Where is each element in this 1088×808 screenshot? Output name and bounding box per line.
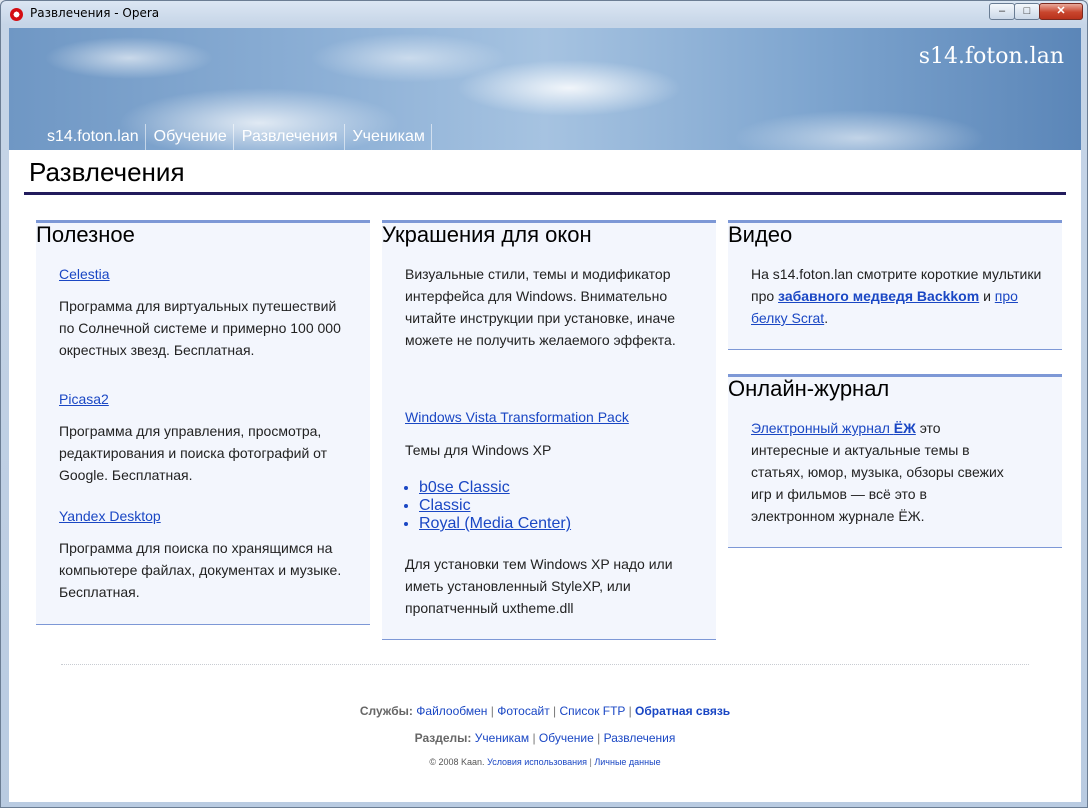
site-logo[interactable]: s14.foton.lan <box>919 44 1064 69</box>
file-exchange-link[interactable]: Файлообмен <box>416 704 487 718</box>
close-button[interactable]: ✕ <box>1039 3 1083 20</box>
footer-students-link[interactable]: Ученикам <box>475 731 529 745</box>
video-end: . <box>824 310 829 326</box>
picasa-description: Программа для управления, просмотра, ред… <box>59 423 328 483</box>
xp-themes-list: b0se Classic Classic Royal (Media Center… <box>382 479 682 533</box>
nav-item-entertainment[interactable]: Развлечения <box>232 124 344 150</box>
page-title: Развлечения <box>29 157 185 187</box>
install-note: Для установки тем Windows XP надо или им… <box>405 556 673 616</box>
services-label: Службы: <box>359 704 413 718</box>
video-and: и <box>983 288 991 304</box>
journal-link-text: Электронный журнал <box>751 420 890 436</box>
journal-heading: Онлайн-журнал <box>728 376 890 401</box>
list-item: Windows Vista Transformation Pack <box>405 406 695 428</box>
journal-link-bold: ЁЖ <box>893 420 916 436</box>
video-heading: Видео <box>728 222 793 247</box>
journal-description: Электронный журнал ЁЖ это интересные и а… <box>751 417 1011 527</box>
title-bar[interactable]: Развлечения - Opera – □ ✕ <box>1 1 1087 27</box>
journal-link[interactable]: Электронный журнал ЁЖ <box>751 420 916 436</box>
video-description: На s14.foton.lan смотрите короткие мульт… <box>751 263 1046 329</box>
journal-panel: Онлайн-журнал Электронный журнал ЁЖ это … <box>728 374 1062 548</box>
title-divider <box>24 192 1066 195</box>
list-item: Yandex Desktop <box>59 505 349 527</box>
list-item: Picasa2 <box>59 388 349 410</box>
photo-site-link[interactable]: Фотосайт <box>497 704 549 718</box>
footer-entertainment-link[interactable]: Развлечения <box>604 731 676 745</box>
video-panel: Видео На s14.foton.lan смотрите короткие… <box>728 220 1062 350</box>
royal-link[interactable]: Royal (Media Center) <box>419 515 571 532</box>
top-nav: s14.foton.lan Обучение Развлечения Учени… <box>39 124 432 150</box>
yandex-desktop-link[interactable]: Yandex Desktop <box>59 508 161 524</box>
celestia-description: Программа для виртуальных путешествий по… <box>59 298 341 358</box>
xp-themes-label: Темы для Windows XP <box>405 442 552 458</box>
feedback-link[interactable]: Обратная связь <box>635 704 730 718</box>
window-themes-panel: Украшения для окон Визуальные стили, тем… <box>382 220 716 640</box>
privacy-link[interactable]: Личные данные <box>594 757 660 767</box>
footer-divider <box>61 664 1029 665</box>
window-themes-heading: Украшения для окон <box>382 222 592 247</box>
classic-link[interactable]: Classic <box>419 497 471 514</box>
list-item: Royal (Media Center) <box>419 515 682 533</box>
footer-sections: Разделы: Ученикам | Обучение | Развлечен… <box>9 731 1081 745</box>
terms-link[interactable]: Условия использования <box>487 757 587 767</box>
list-item: Classic <box>419 497 682 515</box>
separator: | <box>597 731 601 745</box>
yandex-description: Программа для поиска по хранящимся на ко… <box>59 540 342 600</box>
b0se-classic-link[interactable]: b0se Classic <box>419 479 510 496</box>
browser-window: Развлечения - Opera – □ ✕ s14.foton.lan … <box>0 0 1088 808</box>
footer-copyright: © 2008 Kaan. Условия использования | Лич… <box>9 757 1081 767</box>
copyright-text: © 2008 Kaan. <box>429 757 485 767</box>
list-item: Celestia <box>59 263 349 285</box>
minimize-button[interactable]: – <box>989 3 1015 20</box>
separator: | <box>589 757 592 767</box>
separator: | <box>553 704 557 718</box>
sections-label: Разделы: <box>414 731 472 745</box>
separator: | <box>490 704 494 718</box>
backkom-link[interactable]: забавного медведя Backkom <box>778 288 979 304</box>
useful-panel: Полезное Celestia Программа для виртуаль… <box>36 220 370 625</box>
separator: | <box>628 704 632 718</box>
picasa-link[interactable]: Picasa2 <box>59 391 109 407</box>
vista-transformation-link[interactable]: Windows Vista Transformation Pack <box>405 409 629 425</box>
footer-services: Службы: Файлообмен | Фотосайт | Список F… <box>9 704 1081 718</box>
nav-item-learning[interactable]: Обучение <box>144 124 233 150</box>
themes-intro: Визуальные стили, темы и модификатор инт… <box>405 266 676 348</box>
list-item: b0se Classic <box>419 479 682 497</box>
useful-heading: Полезное <box>36 222 135 247</box>
nav-item-students[interactable]: Ученикам <box>343 124 432 150</box>
opera-logo-icon <box>10 8 23 21</box>
ftp-list-link[interactable]: Список FTP <box>560 704 626 718</box>
nav-item-home[interactable]: s14.foton.lan <box>39 124 145 150</box>
maximize-button[interactable]: □ <box>1014 3 1040 20</box>
celestia-link[interactable]: Celestia <box>59 266 110 282</box>
header-banner: s14.foton.lan s14.foton.lan Обучение Раз… <box>9 28 1081 150</box>
footer-learning-link[interactable]: Обучение <box>539 731 594 745</box>
separator: | <box>532 731 536 745</box>
page-viewport: s14.foton.lan s14.foton.lan Обучение Раз… <box>9 28 1081 802</box>
window-title: Развлечения - Opera <box>30 6 160 20</box>
